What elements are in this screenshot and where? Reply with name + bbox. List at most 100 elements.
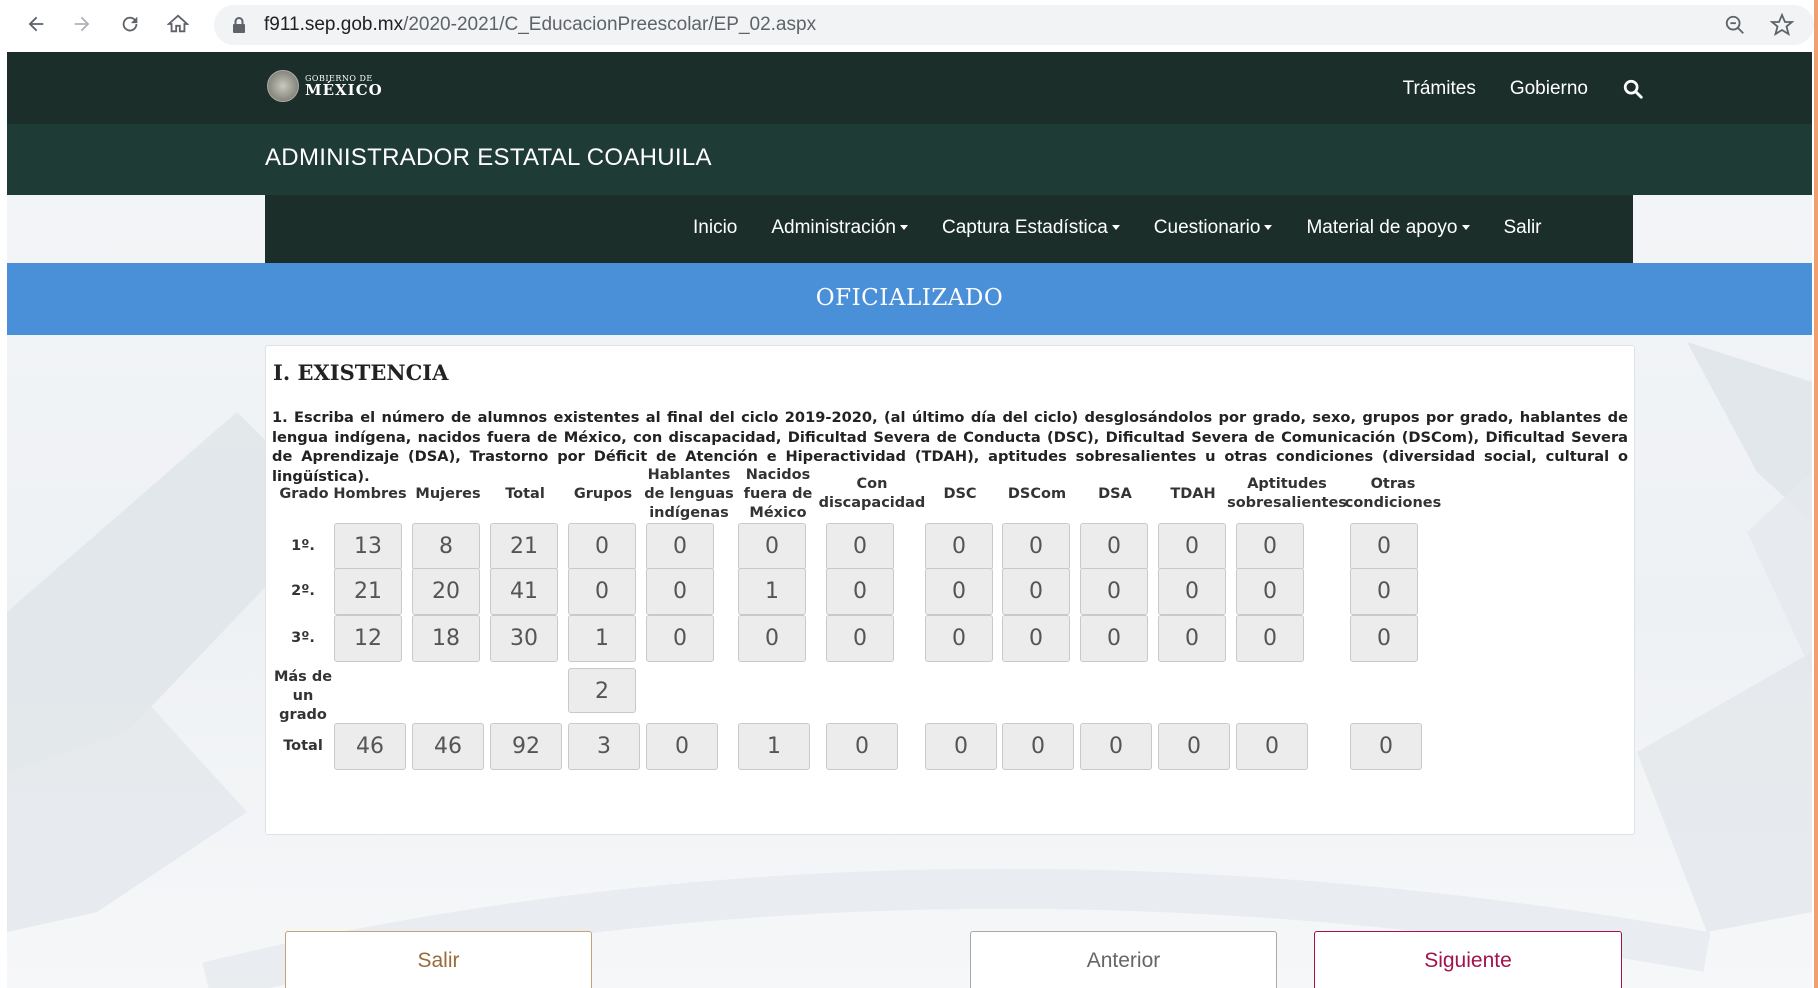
- value-field[interactable]: 20: [412, 568, 480, 615]
- value-field[interactable]: 0: [1002, 568, 1070, 615]
- main-menu: Inicio Administración Captura Estadística C…: [265, 195, 1633, 263]
- menu-item-material-de-apoyo[interactable]: Material de apoyo: [1306, 217, 1470, 239]
- value-field[interactable]: 0: [1080, 523, 1148, 570]
- value-field[interactable]: 92: [490, 723, 562, 770]
- menu-item-label: Cuestionario: [1153, 217, 1261, 238]
- menu-item-cuestionario[interactable]: Cuestionario: [1154, 217, 1273, 239]
- column-header: Hablantes de lenguas indígenas: [644, 466, 734, 521]
- address-bar[interactable]: f911.sep.gob.mx/2020-2021/C_EducacionPre…: [214, 5, 1814, 45]
- status-banner: OFICIALIZADO: [7, 263, 1812, 335]
- row-label: Total: [283, 738, 323, 754]
- anterior-button[interactable]: Anterior: [970, 931, 1277, 988]
- value-field[interactable]: 0: [646, 615, 714, 662]
- section-title: I. EXISTENCIA: [273, 360, 449, 385]
- value-field[interactable]: 13: [334, 523, 402, 570]
- value-field[interactable]: 0: [1002, 723, 1074, 770]
- menu-item-salir[interactable]: Salir: [1504, 217, 1542, 239]
- tramites-link[interactable]: Trámites: [1403, 78, 1476, 100]
- value-field[interactable]: 0: [1350, 615, 1418, 662]
- value-field[interactable]: 0: [1236, 723, 1308, 770]
- value-field[interactable]: 46: [334, 723, 406, 770]
- gobierno-logo[interactable]: GOBIERNO DE MÉXICO: [267, 70, 383, 102]
- value-field[interactable]: 0: [568, 568, 636, 615]
- value-field[interactable]: 0: [1080, 568, 1148, 615]
- value-field[interactable]: 0: [568, 523, 636, 570]
- value-field[interactable]: 0: [1350, 523, 1418, 570]
- value-field[interactable]: 0: [738, 523, 806, 570]
- menu-item-label: Inicio: [693, 217, 738, 238]
- caret-down-icon: [1264, 225, 1273, 231]
- menu-item-inicio[interactable]: Inicio: [693, 217, 737, 239]
- value-field[interactable]: 0: [925, 523, 993, 570]
- status-text: OFICIALIZADO: [815, 285, 1004, 311]
- row-label: 3º.: [291, 630, 315, 646]
- value-field[interactable]: 0: [646, 523, 714, 570]
- value-field[interactable]: 0: [1158, 723, 1230, 770]
- row-label: Más de un grado: [273, 669, 333, 723]
- value-field[interactable]: 0: [826, 615, 894, 662]
- value-field[interactable]: 0: [826, 723, 898, 770]
- value-field[interactable]: 18: [412, 615, 480, 662]
- value-field[interactable]: 0: [1002, 615, 1070, 662]
- value-field[interactable]: 0: [1002, 523, 1070, 570]
- column-header: Nacidos fuera de México: [743, 466, 813, 521]
- menu-item-captura-estad-stica[interactable]: Captura Estadística: [942, 217, 1120, 239]
- value-field[interactable]: 0: [1158, 523, 1226, 570]
- value-field[interactable]: 0: [646, 568, 714, 615]
- column-header: DSCom: [1007, 485, 1067, 502]
- zoom-icon[interactable]: [1724, 14, 1746, 36]
- home-icon[interactable]: [162, 8, 194, 40]
- caret-down-icon: [899, 225, 908, 231]
- value-field[interactable]: 0: [1080, 723, 1152, 770]
- value-field[interactable]: 0: [1080, 615, 1148, 662]
- value-field[interactable]: 2: [568, 668, 636, 713]
- siguiente-button[interactable]: Siguiente: [1314, 931, 1622, 988]
- value-field[interactable]: 0: [826, 568, 894, 615]
- value-field[interactable]: 1: [568, 615, 636, 662]
- value-field[interactable]: 30: [490, 615, 558, 662]
- value-field[interactable]: 0: [1158, 615, 1226, 662]
- caret-down-icon: [1111, 225, 1120, 231]
- value-field[interactable]: 0: [646, 723, 718, 770]
- gob-header: GOBIERNO DE MÉXICO Trámites Gobierno: [7, 52, 1812, 124]
- mexico-seal-icon: [267, 70, 299, 102]
- value-field[interactable]: 21: [334, 568, 402, 615]
- salir-button[interactable]: Salir: [285, 931, 592, 988]
- column-header: TDAH: [1170, 485, 1216, 502]
- reload-icon[interactable]: [114, 8, 146, 40]
- value-field[interactable]: 0: [1236, 568, 1304, 615]
- value-field[interactable]: 0: [826, 523, 894, 570]
- logo-text: GOBIERNO DE MÉXICO: [305, 74, 383, 98]
- value-field[interactable]: 0: [925, 723, 997, 770]
- value-field[interactable]: 1: [738, 568, 806, 615]
- gobierno-link[interactable]: Gobierno: [1510, 78, 1588, 100]
- menu-item-administraci-n[interactable]: Administración: [771, 217, 908, 239]
- column-header: Hombres: [333, 485, 407, 502]
- value-field[interactable]: 41: [490, 568, 558, 615]
- value-field[interactable]: 3: [568, 723, 640, 770]
- existencia-panel: I. EXISTENCIA 1. Escriba el número de al…: [265, 345, 1635, 835]
- value-field[interactable]: 0: [1236, 615, 1304, 662]
- value-field[interactable]: 0: [1350, 568, 1418, 615]
- value-field[interactable]: 1: [738, 723, 810, 770]
- forward-icon[interactable]: [66, 8, 98, 40]
- value-field[interactable]: 0: [1350, 723, 1422, 770]
- column-header: DSC: [943, 485, 977, 502]
- search-icon[interactable]: [1622, 78, 1644, 100]
- browser-toolbar: f911.sep.gob.mx/2020-2021/C_EducacionPre…: [0, 0, 1818, 50]
- column-header: DSA: [1098, 485, 1132, 502]
- value-field[interactable]: 21: [490, 523, 558, 570]
- value-field[interactable]: 8: [412, 523, 480, 570]
- value-field[interactable]: 46: [412, 723, 484, 770]
- value-field[interactable]: 0: [925, 615, 993, 662]
- top-links: Trámites Gobierno: [1403, 78, 1644, 100]
- value-field[interactable]: 0: [925, 568, 993, 615]
- back-icon[interactable]: [20, 8, 52, 40]
- value-field[interactable]: 0: [738, 615, 806, 662]
- admin-header: ADMINISTRADOR ESTATAL COAHUILA: [7, 124, 1812, 195]
- value-field[interactable]: 0: [1158, 568, 1226, 615]
- bookmark-star-icon[interactable]: [1770, 13, 1794, 37]
- value-field[interactable]: 12: [334, 615, 402, 662]
- row-label: 2º.: [291, 583, 315, 599]
- value-field[interactable]: 0: [1236, 523, 1304, 570]
